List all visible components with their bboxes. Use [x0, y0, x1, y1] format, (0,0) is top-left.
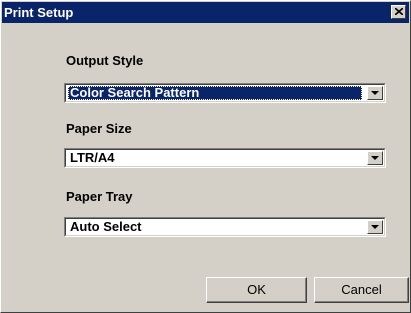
- paper-size-select[interactable]: LTR/A4: [64, 148, 386, 168]
- paper-tray-dropdown-button[interactable]: [367, 220, 383, 234]
- paper-size-dropdown-button[interactable]: [367, 151, 383, 165]
- print-setup-dialog: Print Setup Output Style Color Search Pa…: [0, 0, 411, 313]
- output-style-label: Output Style: [66, 53, 144, 68]
- output-style-dropdown-button[interactable]: [367, 86, 383, 100]
- paper-tray-value: Auto Select: [70, 219, 142, 234]
- close-icon: [395, 8, 403, 15]
- paper-tray-select[interactable]: Auto Select: [64, 217, 386, 237]
- output-style-select[interactable]: Color Search Pattern: [64, 83, 386, 103]
- paper-size-value: LTR/A4: [70, 150, 115, 165]
- title-bar[interactable]: Print Setup: [2, 2, 409, 23]
- close-button[interactable]: [391, 5, 406, 19]
- ok-button[interactable]: OK: [206, 277, 307, 303]
- output-style-value: Color Search Pattern: [68, 86, 362, 100]
- paper-tray-label: Paper Tray: [66, 189, 133, 204]
- window-title: Print Setup: [4, 5, 74, 20]
- chevron-down-icon: [371, 225, 379, 229]
- chevron-down-icon: [371, 91, 379, 95]
- chevron-down-icon: [371, 156, 379, 160]
- cancel-button[interactable]: Cancel: [314, 277, 409, 303]
- paper-size-label: Paper Size: [66, 121, 132, 136]
